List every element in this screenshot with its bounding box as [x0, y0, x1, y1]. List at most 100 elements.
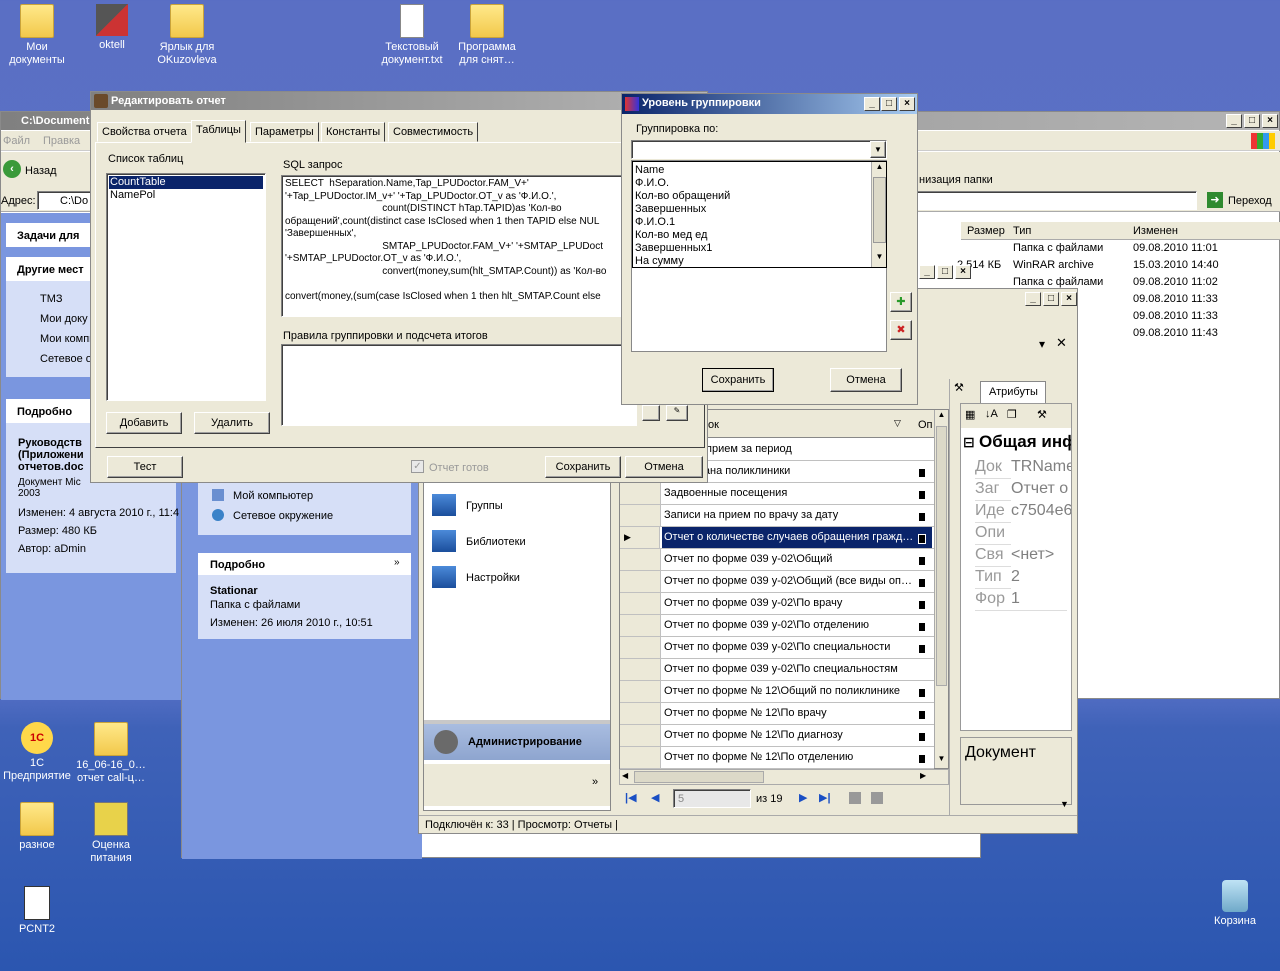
tab-compatibility[interactable]: Совместимость	[388, 122, 479, 142]
scroll-right-icon[interactable]: ▶	[920, 771, 926, 780]
file-row[interactable]: Папка с файлами 09.08.2010 11:01	[961, 240, 1280, 257]
collapse-chevron-icon[interactable]: »	[394, 557, 400, 568]
table-row[interactable]: Отчет по форме № 12\По врачу	[620, 703, 934, 725]
row-header[interactable]	[620, 483, 661, 504]
alphabetical-icon[interactable]: ↓A	[985, 408, 998, 420]
tools-icon[interactable]: ⚒	[954, 381, 976, 397]
place-network2[interactable]: Сетевое окружение	[233, 510, 333, 522]
place-my-computer[interactable]: Мои компь	[40, 333, 95, 345]
desktop-icon-text-doc[interactable]: Текстовый документ.txt	[375, 4, 449, 67]
page-input[interactable]: 5	[673, 789, 751, 808]
nav-libraries[interactable]: Библиотеки	[466, 536, 526, 548]
row-checkbox[interactable]	[914, 637, 932, 658]
pane-scroll-icon[interactable]: ▼	[1060, 799, 1069, 809]
scroll-thumb[interactable]	[936, 426, 947, 686]
group-save-button[interactable]: Сохранить	[702, 368, 774, 392]
row-checkbox[interactable]	[914, 505, 932, 526]
table-row[interactable]: Отчет по форме 039 у-02\По специальностя…	[620, 659, 934, 681]
group-by-select[interactable]: ▼	[631, 140, 887, 159]
group-cancel-button[interactable]: Отмена	[830, 368, 902, 392]
test-button[interactable]: Тест	[107, 456, 183, 478]
go-button[interactable]: Переход	[1228, 195, 1272, 207]
close-button[interactable]: ×	[1262, 114, 1278, 128]
rules-edit-button[interactable]: ✎	[666, 405, 688, 421]
tab-report-properties[interactable]: Свойства отчета	[97, 122, 192, 142]
row-header[interactable]	[620, 571, 661, 592]
desktop-icon-recycle-bin[interactable]: Корзина	[1198, 880, 1272, 928]
desktop-icon-ocenka[interactable]: Оценка питания	[74, 802, 148, 865]
group-option-item[interactable]: Ф.И.О.	[635, 177, 869, 190]
menu-edit[interactable]: Правка	[43, 135, 80, 147]
desktop-icon-my-documents[interactable]: Мои документы	[0, 4, 74, 67]
table-row[interactable]: Отчет по форме № 12\Общий по поликлинике	[620, 681, 934, 703]
row-header[interactable]	[620, 505, 661, 526]
property-row[interactable]: Док TRName	[975, 456, 1071, 479]
cancel-button[interactable]: Отмена	[625, 456, 703, 478]
ready-checkbox[interactable]: ✓	[411, 460, 424, 473]
tab-attributes[interactable]: Атрибуты	[980, 381, 1046, 403]
property-row[interactable]: Фор 1	[975, 588, 1071, 611]
desktop-icon-program[interactable]: Программа для снят…	[450, 4, 524, 67]
row-checkbox[interactable]	[914, 571, 932, 592]
explorer2-details-header[interactable]: Подробно	[198, 553, 411, 575]
maximize-button[interactable]: □	[1244, 114, 1260, 128]
group-option-item[interactable]: Кол-во мед ед	[635, 229, 869, 242]
property-pages-icon[interactable]: ❐	[1007, 408, 1017, 421]
desktop-icon-call-report[interactable]: 16_06-16_0… отчет call-ц…	[74, 722, 148, 785]
row-header[interactable]	[620, 659, 661, 680]
delete-table-button[interactable]: Удалить	[194, 412, 270, 434]
table-row[interactable]: Отчет по форме 039 у-02\По специальности	[620, 637, 934, 659]
table-row[interactable]: Отчет по форме 039 у-02\По врачу	[620, 593, 934, 615]
row-checkbox[interactable]	[914, 461, 932, 482]
nav-expand-icon[interactable]: »	[592, 776, 598, 788]
table-item-namepol[interactable]: NamePol	[109, 189, 263, 202]
row-checkbox[interactable]	[914, 439, 932, 460]
table-item-counttable[interactable]: CountTable	[109, 176, 263, 189]
row-checkbox[interactable]	[914, 659, 932, 680]
table-row[interactable]: Отчет по форме 039 у-02\По отделению	[620, 615, 934, 637]
first-page-icon[interactable]: |◀	[625, 791, 637, 804]
nav-settings[interactable]: Настройки	[466, 572, 520, 584]
desktop-icon-1c[interactable]: 1С 1С Предприятие	[0, 722, 74, 783]
table-row[interactable]: ▶ Отчет о количестве случаев обращения гр…	[620, 527, 934, 549]
col-modified[interactable]: Изменен	[1133, 225, 1178, 237]
col-size[interactable]: Размер	[967, 225, 1005, 237]
hscroll-thumb[interactable]	[634, 771, 764, 783]
grid-hscrollbar[interactable]: ◀ ▶	[619, 769, 949, 785]
scroll-up-icon[interactable]: ▲	[935, 410, 948, 424]
back-arrow-icon[interactable]: ‹	[3, 160, 21, 178]
group-option-item[interactable]: Завершенных1	[635, 242, 869, 255]
prev-page-icon[interactable]: ◀	[651, 791, 659, 804]
table-row[interactable]: Отчет по форме 039 у-02\Общий (все виды …	[620, 571, 934, 593]
scroll-down-icon[interactable]: ▼	[935, 754, 948, 768]
folder-settings-label[interactable]: низация папки	[919, 174, 993, 186]
nav-admin[interactable]: Администрирование	[424, 724, 610, 760]
desktop-icon-pcnt2[interactable]: PCNT2	[0, 886, 74, 936]
maximize-button[interactable]: □	[1043, 292, 1059, 306]
maximize-button[interactable]: □	[881, 97, 897, 111]
row-checkbox[interactable]	[914, 549, 932, 570]
row-header[interactable]	[620, 615, 661, 636]
property-row[interactable]: Опи	[975, 522, 1071, 545]
group-option-item[interactable]: Кол-во обращений	[635, 190, 869, 203]
pane-close-icon[interactable]: ✕	[1056, 335, 1067, 351]
group-options-dropdown[interactable]: Name Ф.И.О. Кол-во обращений Завершенных Ф.И…	[632, 161, 887, 268]
add-table-button[interactable]: Добавить	[106, 412, 182, 434]
options-scrollbar[interactable]: ▲ ▼	[871, 162, 886, 267]
row-header[interactable]	[620, 593, 661, 614]
delete-record-icon[interactable]	[871, 792, 883, 804]
menu-file[interactable]: Файл	[3, 135, 30, 147]
categorized-icon[interactable]: ▦	[965, 408, 975, 421]
row-checkbox[interactable]	[914, 483, 932, 504]
place-my-computer2[interactable]: Мой компьютер	[233, 490, 313, 502]
desktop-icon-okuzovleva[interactable]: Ярлык для OKuzovleva	[150, 4, 224, 67]
nav-groups[interactable]: Группы	[466, 500, 503, 512]
row-checkbox[interactable]	[914, 725, 932, 746]
minimize-button[interactable]: _	[1025, 292, 1041, 306]
grid-col-op[interactable]: Оп	[918, 419, 933, 431]
minimize-button[interactable]: _	[919, 265, 935, 279]
desktop-icon-raznoe[interactable]: разное	[0, 802, 74, 852]
table-row[interactable]: Отчет по форме № 12\По отделению	[620, 747, 934, 769]
place-my-docs[interactable]: Мои доку	[40, 313, 88, 325]
rules-textarea[interactable]	[281, 344, 637, 426]
